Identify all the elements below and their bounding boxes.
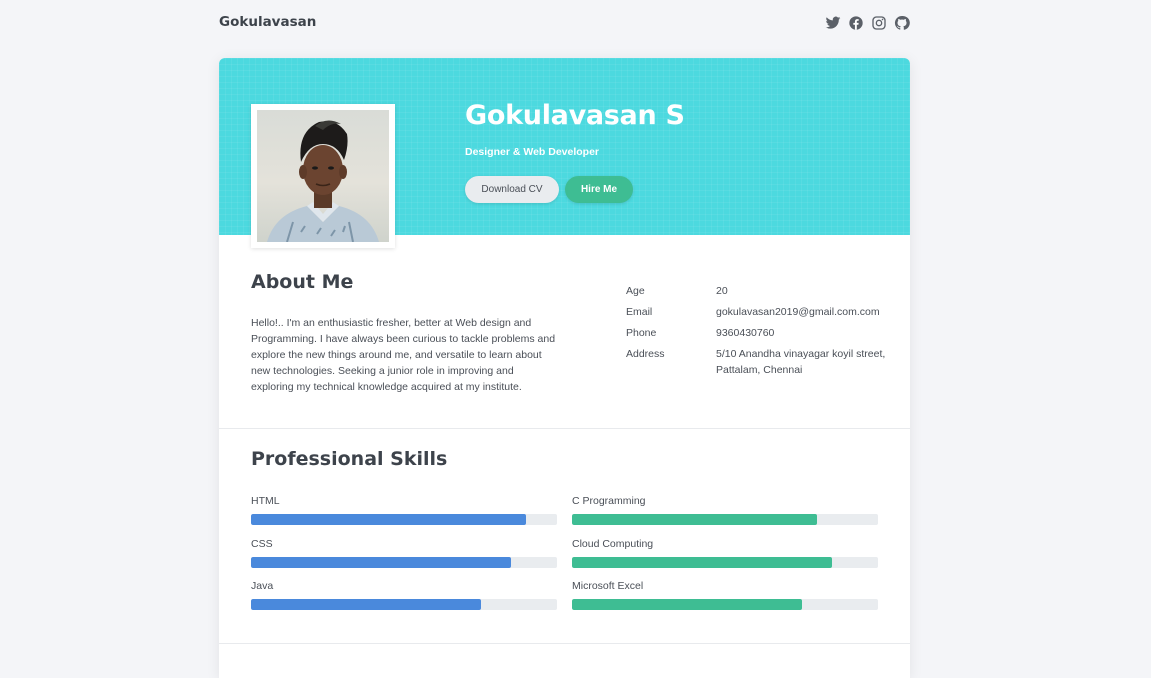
- profile-role: Designer & Web Developer: [465, 146, 600, 158]
- skill-c-programming: C Programming: [572, 494, 878, 525]
- social-links: [825, 15, 910, 31]
- skill-label: Microsoft Excel: [572, 580, 644, 592]
- profile-photo: [257, 110, 389, 242]
- info-value[interactable]: gokulavasan2019@gmail.com.com: [716, 304, 891, 320]
- skill-label: CSS: [251, 538, 273, 550]
- skills-title: Professional Skills: [251, 448, 448, 470]
- section-divider: [219, 643, 910, 644]
- twitter-icon[interactable]: [825, 15, 841, 31]
- skill-microsoft-excel: Microsoft Excel: [572, 579, 878, 610]
- about-description: Hello!.. I'm an enthusiastic fresher, be…: [251, 317, 556, 393]
- info-label: Address: [626, 348, 665, 360]
- skill-progress-fill: [572, 557, 833, 568]
- skill-progress-track: [251, 599, 557, 610]
- skill-progress-fill: [251, 557, 512, 568]
- skill-label: C Programming: [572, 495, 646, 507]
- info-label: Email: [626, 306, 653, 318]
- skill-css: CSS: [251, 537, 557, 568]
- info-value: 5/10 Anandha vinayagar koyil street, Pat…: [716, 348, 886, 376]
- skill-progress-track: [572, 514, 878, 525]
- skill-cloud-computing: Cloud Computing: [572, 537, 878, 568]
- about-title: About Me: [251, 271, 354, 293]
- profile-name: Gokulavasan S: [465, 100, 685, 131]
- profile-card: Gokulavasan S Designer & Web Developer D…: [219, 58, 910, 678]
- skill-progress-track: [251, 557, 557, 568]
- skill-progress-track: [572, 557, 878, 568]
- brand-logo-text[interactable]: Gokulavasan: [219, 14, 316, 30]
- skill-label: Cloud Computing: [572, 538, 654, 550]
- skill-java: Java: [251, 579, 557, 610]
- skill-progress-fill: [572, 599, 802, 610]
- hire-me-button[interactable]: Hire Me: [565, 176, 633, 203]
- skill-progress-fill: [572, 514, 817, 525]
- github-icon[interactable]: [894, 15, 910, 31]
- download-cv-button[interactable]: Download CV: [465, 176, 559, 203]
- info-label: Phone: [626, 327, 657, 339]
- top-navbar: Gokulavasan: [219, 0, 910, 45]
- skill-progress-fill: [251, 514, 527, 525]
- info-value: 20: [716, 285, 728, 297]
- skill-progress-track: [572, 599, 878, 610]
- skill-html: HTML: [251, 494, 557, 525]
- avatar: [251, 104, 395, 248]
- section-divider: [219, 428, 910, 429]
- facebook-icon[interactable]: [848, 15, 864, 31]
- skill-label: Java: [251, 580, 274, 592]
- info-value: 9360430760: [716, 327, 775, 339]
- info-label: Age: [626, 285, 645, 297]
- skill-label: HTML: [251, 495, 280, 507]
- skill-progress-fill: [251, 599, 481, 610]
- skill-progress-track: [251, 514, 557, 525]
- instagram-icon[interactable]: [871, 15, 887, 31]
